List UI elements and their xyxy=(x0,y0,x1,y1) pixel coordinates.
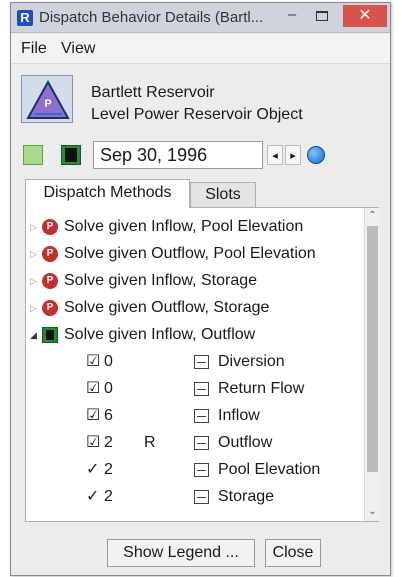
scroll-down-icon[interactable]: ⌄ xyxy=(365,504,380,520)
slot-row[interactable]: ☑ 0 Diversion xyxy=(26,349,356,375)
dispatch-behavior-window: R Dispatch Behavior Details (Bartl... – … xyxy=(10,2,391,576)
slot-row[interactable]: ✓ 2 Pool Elevation xyxy=(26,457,356,483)
slot-level: 0 xyxy=(104,353,113,370)
checkmark-icon[interactable]: ✓ xyxy=(86,457,102,483)
date-field[interactable]: Sep 30, 1996 xyxy=(93,141,263,169)
object-name: Bartlett Reservoir xyxy=(91,84,215,101)
slot-level: 6 xyxy=(104,407,113,424)
reservoir-object-icon: P xyxy=(21,75,73,123)
date-next-button[interactable]: ▸ xyxy=(285,145,301,165)
slot-name: Inflow xyxy=(218,407,260,424)
vertical-scrollbar[interactable]: ⌃ ⌄ xyxy=(364,208,379,521)
checkmark-icon[interactable]: ✓ xyxy=(86,484,102,510)
method-label: Solve given Inflow, Outflow xyxy=(64,326,256,343)
series-slot-icon xyxy=(194,436,209,450)
expander-icon[interactable]: ▷ xyxy=(30,268,40,294)
slot-name: Outflow xyxy=(218,434,273,451)
expander-icon[interactable]: ▷ xyxy=(30,214,40,240)
series-slot-icon xyxy=(194,409,209,423)
slot-level: 0 xyxy=(104,380,113,397)
slot-name: Storage xyxy=(218,488,275,505)
minimize-button[interactable]: – xyxy=(281,7,303,26)
window-title: Dispatch Behavior Details (Bartl... xyxy=(39,9,264,26)
slot-name: Diversion xyxy=(218,353,285,370)
method-row-selected[interactable]: ◢ Solve given Inflow, Outflow xyxy=(26,322,356,348)
maximize-icon xyxy=(316,11,328,21)
close-window-button[interactable]: ✕ xyxy=(343,5,387,27)
app-icon: R xyxy=(17,10,33,26)
red-solver-icon: P xyxy=(42,246,58,262)
slot-level: 2 xyxy=(104,461,113,478)
checkbox-icon[interactable]: ☑ xyxy=(86,349,102,375)
method-row[interactable]: ▷ P Solve given Inflow, Pool Elevation xyxy=(26,214,356,240)
grid-view-button[interactable] xyxy=(23,145,43,165)
title-bar[interactable]: R Dispatch Behavior Details (Bartl... – … xyxy=(11,3,390,33)
object-type: Level Power Reservoir Object xyxy=(91,106,303,123)
menu-bar: File View xyxy=(11,34,390,64)
red-solver-icon: P xyxy=(42,273,58,289)
scroll-up-icon[interactable]: ⌃ xyxy=(365,208,380,224)
scroll-thumb[interactable] xyxy=(367,226,378,472)
slot-flag: R xyxy=(144,434,156,451)
green-solver-icon xyxy=(42,327,58,343)
method-row[interactable]: ▷ P Solve given Inflow, Storage xyxy=(26,268,356,294)
method-row[interactable]: ▷ P Solve given Outflow, Pool Elevation xyxy=(26,241,362,267)
globe-icon[interactable] xyxy=(307,146,325,164)
slot-level: 2 xyxy=(104,488,113,505)
series-slot-icon xyxy=(194,382,209,396)
slot-row[interactable]: ✓ 2 Storage xyxy=(26,484,356,510)
slot-row[interactable]: ☑ 2 R Outflow xyxy=(26,430,356,456)
expander-icon[interactable]: ▷ xyxy=(30,241,40,267)
slot-row[interactable]: ☑ 0 Return Flow xyxy=(26,376,356,402)
menu-view[interactable]: View xyxy=(61,40,95,58)
method-label: Solve given Outflow, Storage xyxy=(64,299,270,316)
dispatch-solver-button[interactable] xyxy=(61,145,81,165)
method-row[interactable]: ▷ P Solve given Outflow, Storage xyxy=(26,295,356,321)
tab-slots[interactable]: Slots xyxy=(190,182,256,207)
checkbox-icon[interactable]: ☑ xyxy=(86,430,102,456)
method-label: Solve given Inflow, Pool Elevation xyxy=(64,218,304,235)
checkbox-icon[interactable]: ☑ xyxy=(86,376,102,402)
date-prev-button[interactable]: ◂ xyxy=(267,145,283,165)
close-button[interactable]: Close xyxy=(265,539,321,567)
expander-icon[interactable]: ◢ xyxy=(30,322,40,348)
method-tree: ▷ P Solve given Inflow, Pool Elevation ▷… xyxy=(26,214,364,519)
solver-icon xyxy=(65,148,77,162)
series-slot-icon xyxy=(194,463,209,477)
menu-file[interactable]: File xyxy=(21,40,47,58)
maximize-button[interactable] xyxy=(311,8,333,26)
tab-dispatch-methods[interactable]: Dispatch Methods xyxy=(25,179,190,208)
method-label: Solve given Outflow, Pool Elevation xyxy=(64,245,316,262)
slot-level: 2 xyxy=(104,434,113,451)
slot-row[interactable]: ☑ 6 Inflow xyxy=(26,403,356,429)
red-solver-icon: P xyxy=(42,300,58,316)
reservoir-triangle-icon: P xyxy=(26,79,70,119)
svg-text:P: P xyxy=(44,98,51,110)
series-slot-icon xyxy=(194,355,209,369)
red-solver-icon: P xyxy=(42,219,58,235)
checkbox-icon[interactable]: ☑ xyxy=(86,403,102,429)
series-slot-icon xyxy=(194,490,209,504)
dispatch-methods-panel: ▷ P Solve given Inflow, Pool Elevation ▷… xyxy=(25,207,379,522)
expander-icon[interactable]: ▷ xyxy=(30,295,40,321)
slot-name: Return Flow xyxy=(218,380,305,397)
slot-name: Pool Elevation xyxy=(218,461,321,478)
show-legend-button[interactable]: Show Legend ... xyxy=(107,539,255,567)
method-label: Solve given Inflow, Storage xyxy=(64,272,258,289)
